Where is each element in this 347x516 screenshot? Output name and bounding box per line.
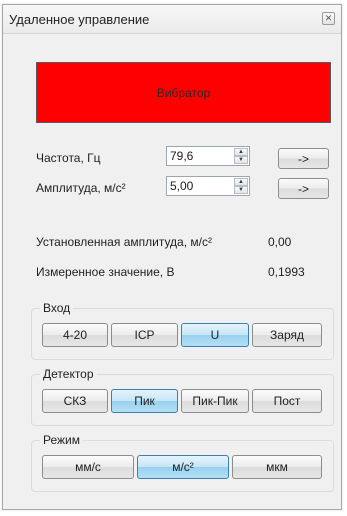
detector-option-dc[interactable]: Пост [252, 389, 322, 413]
detector-group-title: Детектор [40, 367, 97, 381]
input-option-label: 4-20 [62, 328, 88, 342]
amplitude-label: Амплитуда, м/с² [36, 181, 126, 195]
title-bar: Удаленное управление ✕ [3, 5, 341, 34]
mode-option-label: мкм [266, 460, 288, 474]
measured-value: 0,1993 [268, 265, 305, 279]
banner-label: Вибратор [156, 85, 211, 100]
close-icon: ✕ [324, 13, 333, 23]
remote-control-window: Удаленное управление ✕ Вибратор Частота,… [2, 4, 342, 510]
mode-option-label: м/с² [172, 460, 194, 474]
amplitude-value: 5,00 [170, 179, 194, 193]
input-option-u[interactable]: U [181, 323, 249, 347]
detector-option-label: Пик [134, 394, 155, 408]
mode-group: Режим мм/с м/с² мкм [31, 433, 334, 492]
mode-group-title: Режим [40, 433, 83, 447]
apply-frequency-label: -> [297, 151, 309, 166]
apply-frequency-button[interactable]: -> [278, 148, 329, 169]
input-group-title: Вход [40, 301, 74, 315]
spin-up-icon[interactable]: ▲ [234, 148, 248, 156]
frequency-label: Частота, Гц [36, 151, 101, 165]
input-option-icp[interactable]: ICP [111, 323, 178, 347]
input-option-label: U [210, 328, 220, 342]
input-group: Вход 4-20 ICP U Заряд [31, 301, 334, 360]
input-option-4-20[interactable]: 4-20 [42, 323, 108, 347]
mode-option-um[interactable]: мкм [232, 455, 322, 479]
detector-option-peak[interactable]: Пик [111, 389, 178, 413]
mode-option-mm-s[interactable]: мм/с [42, 455, 134, 479]
apply-amplitude-label: -> [297, 181, 309, 196]
input-option-label: Заряд [270, 328, 304, 342]
spin-up-icon[interactable]: ▲ [234, 178, 248, 186]
window-title: Удаленное управление [9, 12, 150, 27]
set-amplitude-label: Установленная амплитуда, м/с² [36, 235, 212, 249]
close-button[interactable]: ✕ [322, 12, 335, 25]
mode-option-m-s2[interactable]: м/с² [137, 455, 229, 479]
frequency-spinner[interactable]: ▲ ▼ [234, 148, 248, 164]
vibrator-status-banner: Вибратор [36, 62, 331, 123]
detector-group: Детектор СКЗ Пик Пик-Пик Пост [31, 367, 334, 426]
spin-down-icon[interactable]: ▼ [234, 186, 248, 194]
detector-option-peak-to-peak[interactable]: Пик-Пик [181, 389, 249, 413]
spin-down-icon[interactable]: ▼ [234, 156, 248, 164]
detector-option-label: Пост [273, 394, 301, 408]
amplitude-spinner[interactable]: ▲ ▼ [234, 178, 248, 194]
frequency-input[interactable]: 79,6 ▲ ▼ [166, 146, 250, 166]
input-option-charge[interactable]: Заряд [252, 323, 322, 347]
detector-option-label: СКЗ [63, 394, 87, 408]
input-option-label: ICP [134, 328, 155, 342]
frequency-value: 79,6 [170, 149, 194, 163]
mode-option-label: мм/с [75, 460, 101, 474]
set-amplitude-value: 0,00 [268, 235, 292, 249]
apply-amplitude-button[interactable]: -> [278, 178, 329, 199]
amplitude-input[interactable]: 5,00 ▲ ▼ [166, 176, 250, 196]
detector-option-label: Пик-Пик [192, 394, 238, 408]
detector-option-rms[interactable]: СКЗ [42, 389, 108, 413]
measured-value-label: Измеренное значение, В [36, 265, 175, 279]
